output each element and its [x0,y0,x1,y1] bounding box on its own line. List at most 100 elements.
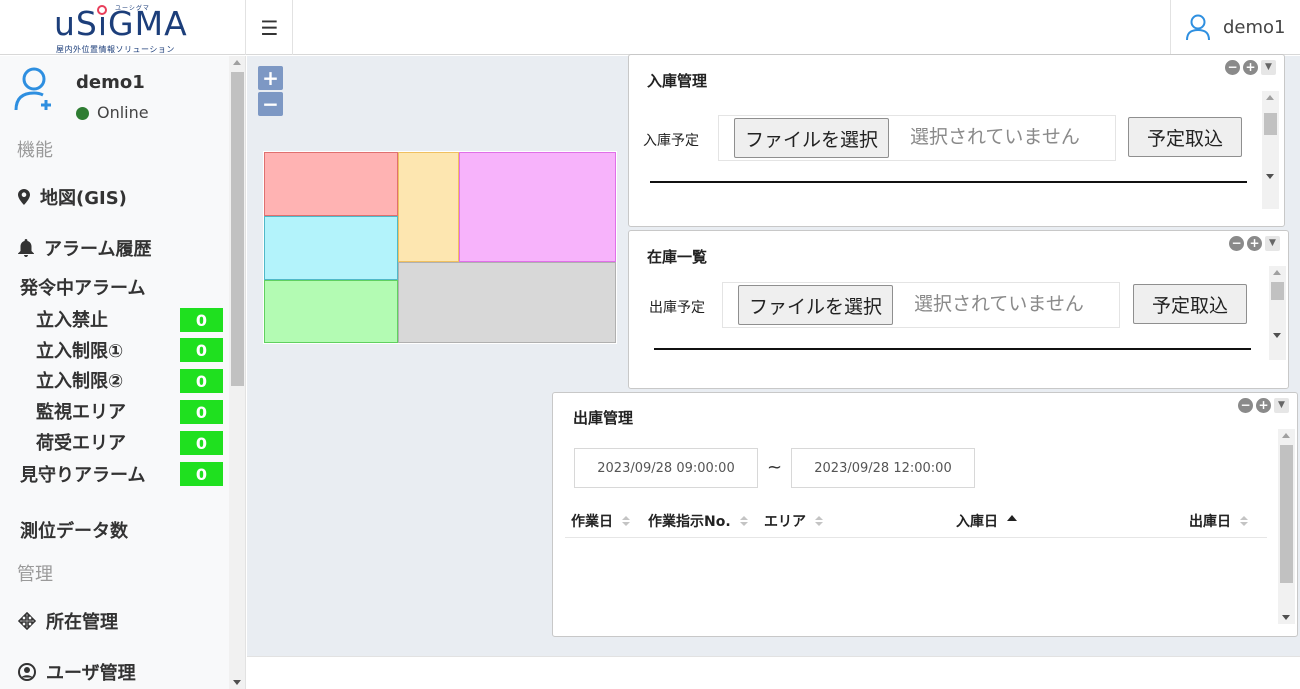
dropdown-icon[interactable]: ▼ [1274,398,1289,413]
sort-icon [739,516,748,526]
minimize-icon[interactable]: − [1225,60,1240,75]
zoom-control: + − [258,66,284,116]
file-status-text: 選択されていません [914,293,1084,315]
sort-ascending-icon [1007,515,1017,521]
panel-scrollbar[interactable] [1262,91,1279,209]
scroll-up-icon[interactable] [233,60,241,65]
outbound-panel-title: 出庫管理 [573,409,634,427]
column-header-label: 作業指示No. [648,514,731,530]
map-zone[interactable] [459,152,616,262]
map-zone[interactable] [398,152,459,262]
dropdown-icon[interactable]: ▼ [1265,236,1280,251]
outbound-panel: 出庫管理 − + ▼ 2023/09/28 09:00:00 ~ 2023/09… [552,392,1298,637]
scroll-up-icon[interactable] [1273,270,1281,275]
sort-icon [1240,516,1248,526]
scroll-up-icon[interactable] [1282,433,1290,438]
scroll-down-icon[interactable] [1282,615,1290,620]
active-alarms-label: 発令中アラーム [20,278,146,299]
sidebar-scrollbar[interactable] [229,56,245,689]
alarm-count-badge: 0 [180,308,223,332]
logo[interactable]: uSiGMA ユーシグマ 屋内外位置情報ソリューション [0,0,246,55]
sort-icon [815,516,823,526]
column-header-outbound-date[interactable]: 出庫日 [1189,511,1248,531]
scrollbar-thumb[interactable] [1280,445,1293,583]
add-icon[interactable]: + [1247,236,1262,251]
sidebar-item-map[interactable]: 地図(GIS) [18,184,127,210]
minimize-icon[interactable]: − [1229,236,1244,251]
column-header-label: 作業日 [571,514,613,530]
watch-alarm-count-badge: 0 [180,462,223,486]
outbound-file-input[interactable]: ファイルを選択 選択されていません [722,282,1120,328]
online-status-icon [76,107,89,120]
positioning-data-label[interactable]: 測位データ数 [20,517,128,543]
scrollbar-thumb[interactable] [1264,113,1277,135]
hamburger-icon[interactable]: ☰ [247,0,293,55]
scrollbar-thumb[interactable] [1271,282,1284,300]
top-header: uSiGMA ユーシグマ 屋内外位置情報ソリューション ☰ demo1 [0,0,1300,55]
inbound-file-input[interactable]: ファイルを選択 選択されていません [718,115,1116,161]
file-status-text: 選択されていません [910,126,1080,148]
column-header-order-no[interactable]: 作業指示No. [648,511,748,531]
dropdown-icon[interactable]: ▼ [1261,60,1276,75]
stock-panel: 在庫一覧 − + ▼ 出庫予定 ファイルを選択 選択されていません 予定取込 [628,230,1289,389]
panel-controls: − + ▼ [1238,398,1289,413]
panel-scrollbar[interactable] [1278,429,1295,624]
alarm-label: 立入制限② [36,371,124,392]
table-header-divider [565,537,1267,538]
alarm-count-badge: 0 [180,431,223,455]
alarm-label: 荷受エリア [36,433,126,454]
column-header-label: エリア [764,514,806,530]
status-text: Online [97,103,149,122]
logo-pin-icon [97,5,107,15]
sidebar-item-location[interactable]: 所在管理 [18,608,118,634]
add-icon[interactable]: + [1256,398,1271,413]
map-zone[interactable] [264,280,398,343]
sidebar-item-alarm-history[interactable]: アラーム履歴 [18,235,151,261]
map-zone[interactable] [398,262,616,343]
map-zone[interactable] [264,216,398,280]
scroll-down-icon[interactable] [233,680,241,685]
divider [654,348,1251,350]
choose-file-button[interactable]: ファイルを選択 [738,285,894,325]
panel-scrollbar[interactable] [1269,266,1286,360]
user-circle-icon [18,663,36,681]
scroll-down-icon[interactable] [1266,174,1274,179]
logo-ruby: ユーシグマ [115,5,150,12]
column-header-inbound-date[interactable]: 入庫日 [956,511,1017,531]
outbound-plan-label: 出庫予定 [649,300,705,316]
sidebar-item-users[interactable]: ユーザ管理 [18,659,136,685]
sidebar-item-map-label: 地図(GIS) [40,188,127,209]
scroll-up-icon[interactable] [1266,95,1274,100]
section-heading-admin: 管理 [17,564,53,585]
date-range-separator: ~ [767,457,783,478]
alarm-label: 監視エリア [36,402,126,423]
scrollbar-thumb[interactable] [231,72,244,386]
alarm-label: 立入制限① [36,341,124,362]
map-zone[interactable] [264,152,398,216]
column-header-work-date[interactable]: 作業日 [571,511,630,531]
choose-file-button[interactable]: ファイルを選択 [734,118,890,158]
alarm-count-badge: 0 [180,338,223,362]
user-menu[interactable]: demo1 [1170,0,1300,55]
header-user-name: demo1 [1223,17,1286,38]
column-header-area[interactable]: エリア [764,511,823,531]
divider [650,181,1247,183]
sidebar-item-alarm-history-label: アラーム履歴 [44,239,152,260]
zoom-in-button[interactable]: + [258,66,283,90]
floor-map [263,151,617,344]
map-marker-icon [18,189,30,205]
inbound-panel-title: 入庫管理 [647,72,708,90]
add-icon[interactable]: + [1243,60,1258,75]
crosshairs-icon [18,612,36,630]
zoom-out-button[interactable]: − [258,92,283,116]
outbound-import-button[interactable]: 予定取込 [1133,284,1248,324]
inbound-import-button[interactable]: 予定取込 [1128,117,1243,157]
column-header-label: 出庫日 [1189,514,1231,530]
date-to-input[interactable]: 2023/09/28 12:00:00 [791,448,975,488]
sort-icon [622,516,630,526]
column-header-label: 入庫日 [956,514,998,530]
date-from-input[interactable]: 2023/09/28 09:00:00 [574,448,758,488]
minimize-icon[interactable]: − [1238,398,1253,413]
scroll-down-icon[interactable] [1273,333,1281,338]
inbound-plan-label: 入庫予定 [643,133,699,149]
